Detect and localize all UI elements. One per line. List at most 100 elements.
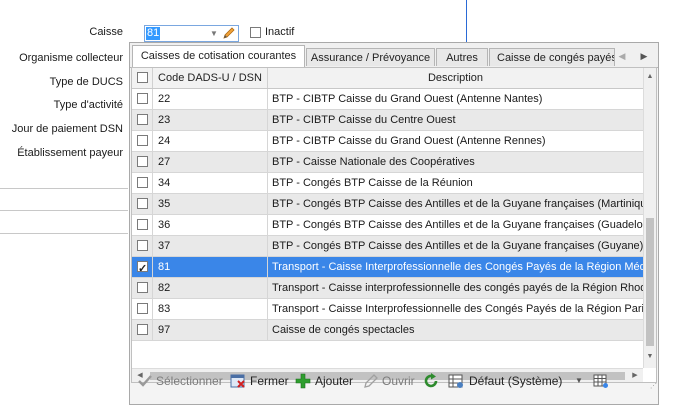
- row-checkbox-cell[interactable]: [132, 320, 153, 340]
- row-checkbox-cell[interactable]: [132, 194, 153, 214]
- row-checkbox[interactable]: [137, 282, 148, 293]
- tab-scroll-right-icon[interactable]: ▶: [637, 49, 651, 63]
- tab-caisses-courantes[interactable]: Caisses de cotisation courantes: [132, 45, 305, 68]
- tab-scroll-left-icon[interactable]: ◀: [615, 49, 629, 63]
- row-checkbox[interactable]: [137, 135, 148, 146]
- row-checkbox-cell[interactable]: [132, 257, 153, 277]
- popup-toolbar: Sélectionner Fermer Ajouter Ouvrir Défau…: [131, 365, 657, 395]
- view-layout-select[interactable]: Défaut (Système): [469, 373, 562, 389]
- code-cell[interactable]: 24: [153, 131, 268, 151]
- row-checkbox-cell[interactable]: [132, 278, 153, 298]
- form-separator: [0, 233, 128, 234]
- description-cell[interactable]: BTP - CIBTP Caisse du Centre Ouest: [268, 110, 643, 130]
- jour-paiement-label: Jour de paiement DSN: [11, 123, 123, 135]
- row-checkbox[interactable]: [137, 156, 148, 167]
- edit-pencil-icon: [363, 373, 379, 389]
- row-checkbox-cell[interactable]: [132, 236, 153, 256]
- organisme-collecteur-label: Organisme collecteur: [19, 52, 123, 64]
- table-row[interactable]: 97 Caisse de congés spectacles: [132, 320, 643, 341]
- table-row[interactable]: 37 BTP - Congés BTP Caisse des Antilles e…: [132, 236, 643, 257]
- select-button[interactable]: Sélectionner: [156, 373, 223, 389]
- scroll-up-icon[interactable]: ▲: [645, 72, 655, 82]
- caisse-combo-value[interactable]: 81: [146, 27, 161, 40]
- row-checkbox-cell[interactable]: [132, 299, 153, 319]
- description-cell[interactable]: BTP - Congés BTP Caisse des Antilles et …: [268, 194, 643, 214]
- add-button[interactable]: Ajouter: [315, 373, 353, 389]
- close-button[interactable]: Fermer: [250, 373, 289, 389]
- row-checkbox[interactable]: [137, 303, 148, 314]
- table-row[interactable]: 27 BTP - Caisse Nationale des Coopérative…: [132, 152, 643, 173]
- table-row[interactable]: 81Transport - Caisse Interprofessionnell…: [132, 257, 643, 278]
- row-checkbox[interactable]: [137, 240, 148, 251]
- row-checkbox-cell[interactable]: [132, 131, 153, 151]
- description-cell[interactable]: BTP - Congés BTP Caisse des Antilles et …: [268, 236, 643, 256]
- row-checkbox-cell[interactable]: [132, 89, 153, 109]
- caisses-grid: Code DADS-U / DSN Description 22 BTP - CI…: [131, 67, 657, 383]
- tab-caisse-conges-payes[interactable]: Caisse de congés payés: [489, 48, 615, 66]
- inactif-checkbox[interactable]: [250, 27, 261, 38]
- caisse-lookup-popup: Caisses de cotisation courantes Assuranc…: [129, 42, 659, 405]
- select-all-checkbox[interactable]: [137, 72, 148, 83]
- description-cell[interactable]: Transport - Caisse Interprofessionnelle …: [268, 299, 643, 319]
- table-row[interactable]: 35 BTP - Congés BTP Caisse des Antilles e…: [132, 194, 643, 215]
- combo-dropdown-icon[interactable]: ▼: [207, 26, 221, 41]
- code-cell[interactable]: 37: [153, 236, 268, 256]
- code-cell[interactable]: 23: [153, 110, 268, 130]
- header-code[interactable]: Code DADS-U / DSN: [153, 68, 268, 88]
- code-cell[interactable]: 82: [153, 278, 268, 298]
- table-row[interactable]: 22 BTP - CIBTP Caisse du Grand Ouest (Ant…: [132, 89, 643, 110]
- scroll-down-icon[interactable]: ▼: [645, 352, 655, 362]
- table-row[interactable]: 82 Transport - Caisse interprofessionnell…: [132, 278, 643, 299]
- vertical-scrollbar[interactable]: ▲ ▼: [643, 68, 656, 368]
- row-checkbox[interactable]: [137, 198, 148, 209]
- popup-tabs: Caisses de cotisation courantes Assuranc…: [130, 43, 658, 68]
- table-row[interactable]: 36 BTP - Congés BTP Caisse des Antilles e…: [132, 215, 643, 236]
- table-row[interactable]: 83 Transport - Caisse Interprofessionnell…: [132, 299, 643, 320]
- code-cell[interactable]: 35: [153, 194, 268, 214]
- code-cell[interactable]: 22: [153, 89, 268, 109]
- description-cell[interactable]: Caisse de congés spectacles: [268, 320, 643, 340]
- view-dropdown-icon[interactable]: ▼: [575, 373, 583, 389]
- description-cell[interactable]: BTP - CIBTP Caisse du Grand Ouest (Anten…: [268, 131, 643, 151]
- description-cell[interactable]: BTP - CIBTP Caisse du Grand Ouest (Anten…: [268, 89, 643, 109]
- tab-autres[interactable]: Autres: [436, 48, 488, 66]
- row-checkbox[interactable]: [137, 259, 148, 277]
- code-cell[interactable]: 36: [153, 215, 268, 235]
- inactif-label: Inactif: [265, 26, 295, 38]
- type-activite-label: Type d'activité: [53, 99, 123, 111]
- description-cell[interactable]: BTP - Congés BTP Caisse de la Réunion: [268, 173, 643, 193]
- close-form-icon: [230, 373, 246, 389]
- row-checkbox[interactable]: [137, 114, 148, 125]
- grid-settings-icon[interactable]: [593, 373, 609, 389]
- code-cell[interactable]: 81: [153, 257, 268, 277]
- refresh-icon[interactable]: [423, 373, 439, 389]
- row-checkbox-cell[interactable]: [132, 110, 153, 130]
- description-cell[interactable]: Transport - Caisse interprofessionnelle …: [268, 278, 643, 298]
- code-cell[interactable]: 83: [153, 299, 268, 319]
- resize-grip-icon[interactable]: ⋰: [650, 379, 657, 395]
- row-checkbox-cell[interactable]: [132, 152, 153, 172]
- description-cell[interactable]: Transport - Caisse Interprofessionnelle …: [268, 257, 643, 277]
- code-cell[interactable]: 34: [153, 173, 268, 193]
- description-cell[interactable]: BTP - Caisse Nationale des Coopératives: [268, 152, 643, 172]
- add-icon: [295, 373, 311, 389]
- header-description[interactable]: Description: [268, 68, 643, 88]
- description-cell[interactable]: BTP - Congés BTP Caisse des Antilles et …: [268, 215, 643, 235]
- row-checkbox-cell[interactable]: [132, 173, 153, 193]
- code-cell[interactable]: 27: [153, 152, 268, 172]
- table-row[interactable]: 34 BTP - Congés BTP Caisse de la Réunion: [132, 173, 643, 194]
- row-checkbox-cell[interactable]: [132, 215, 153, 235]
- row-checkbox[interactable]: [137, 177, 148, 188]
- open-button[interactable]: Ouvrir: [382, 373, 415, 389]
- row-checkbox[interactable]: [137, 93, 148, 104]
- row-checkbox[interactable]: [137, 219, 148, 230]
- table-row[interactable]: 24 BTP - CIBTP Caisse du Grand Ouest (Ant…: [132, 131, 643, 152]
- tab-assurance-prevoyance[interactable]: Assurance / Prévoyance: [306, 48, 435, 66]
- row-checkbox[interactable]: [137, 324, 148, 335]
- code-cell[interactable]: 97: [153, 320, 268, 340]
- header-select-all[interactable]: [132, 68, 153, 88]
- vertical-scroll-thumb[interactable]: [646, 218, 654, 346]
- etablissement-payeur-label: Établissement payeur: [17, 147, 123, 159]
- pencil-icon[interactable]: [222, 26, 236, 41]
- table-row[interactable]: 23 BTP - CIBTP Caisse du Centre Ouest: [132, 110, 643, 131]
